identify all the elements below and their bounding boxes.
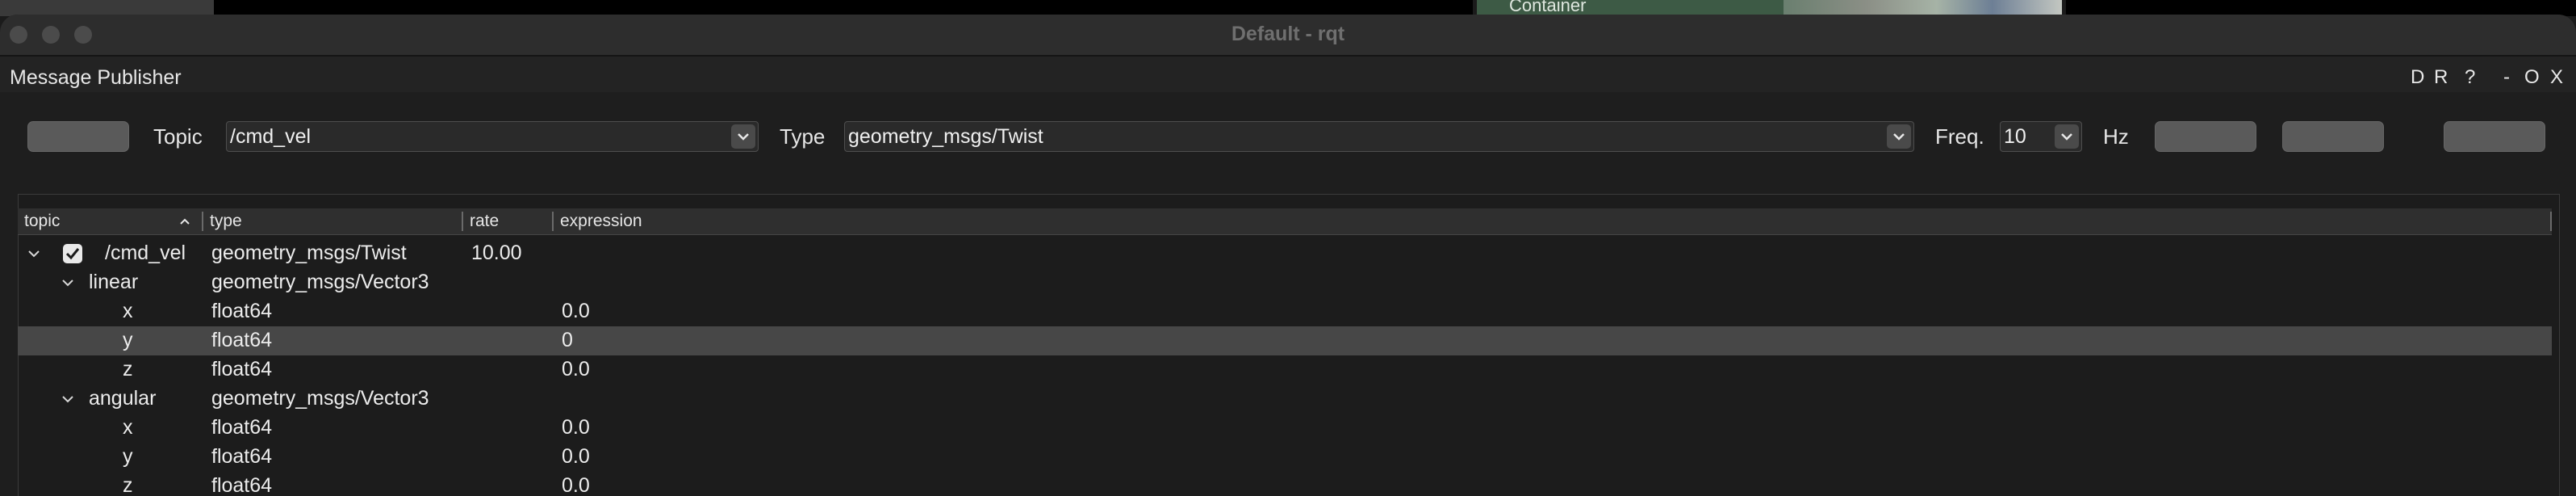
row-expression[interactable]: 0.0 [562,416,590,439]
chevron-down-icon[interactable] [731,124,755,149]
row-expression[interactable]: 0.0 [562,445,590,469]
row-type: float64 [211,300,273,322]
column-header-expression[interactable]: expression [560,212,642,231]
add-publisher-button[interactable] [2155,121,2256,152]
column-header-topic[interactable]: topic [24,212,60,231]
chevron-down-icon[interactable] [1887,124,1911,149]
topic-label: Topic [153,124,203,149]
freq-value: 10 [2004,125,2026,148]
row-topic: angular [89,387,157,410]
row-type: float64 [211,358,273,380]
row-topic: /cmd_vel [105,242,186,264]
background-window-image [1784,0,2062,16]
hz-label: Hz [2103,124,2129,149]
refresh-topics-button[interactable] [27,121,129,152]
reload-button[interactable]: R [2434,66,2448,89]
chevron-down-icon[interactable] [58,273,77,292]
chevron-down-icon[interactable] [24,244,44,263]
row-type: float64 [211,329,273,351]
remove-publisher-button[interactable] [2282,121,2384,152]
row-topic: x [123,300,133,322]
row-expression[interactable]: 0.0 [562,474,590,496]
row-expression[interactable]: 0 [562,329,573,352]
row-topic: z [123,474,133,496]
type-label: Type [780,124,826,149]
row-type: geometry_msgs/Vector3 [211,387,429,410]
desktop-background-dark [214,0,1473,16]
row-type: geometry_msgs/Vector3 [211,271,429,293]
float-plugin-button[interactable]: O [2524,66,2540,89]
tree-row-selected[interactable] [18,326,2552,355]
row-topic: y [123,445,133,468]
background-window-label: Container [1509,0,1587,15]
row-rate[interactable]: 10.00 [471,242,522,265]
column-separator[interactable] [462,212,463,231]
tree-row[interactable] [18,414,2552,443]
tree-row[interactable] [18,443,2552,472]
tree-row[interactable] [18,472,2552,496]
row-type: float64 [211,416,273,439]
dock-icon[interactable]: D [2411,66,2424,89]
plugin-header [0,57,2576,92]
enable-checkbox[interactable] [63,244,82,263]
tree-row[interactable] [18,297,2552,326]
help-button[interactable]: ? [2465,66,2475,89]
plugin-title: Message Publisher [10,66,182,89]
window-title: Default - rqt [1231,23,1345,45]
chevron-down-icon[interactable] [2055,124,2079,149]
row-topic: y [123,329,133,351]
column-separator[interactable] [552,212,554,231]
rqt-window: Default - rqt Message Publisher D R ? - … [0,15,2576,496]
chevron-down-icon[interactable] [58,389,77,409]
column-separator[interactable] [202,212,203,231]
row-topic: z [123,358,133,380]
close-plugin-button[interactable]: X [2550,66,2563,89]
row-topic: linear [89,271,139,293]
minimize-plugin-button[interactable]: - [2503,66,2510,89]
freq-combobox[interactable]: 10 [2000,121,2082,152]
topic-combobox[interactable]: /cmd_vel [226,121,759,152]
topic-value: /cmd_vel [230,125,312,148]
row-type: float64 [211,474,273,496]
tree-row[interactable] [18,355,2552,385]
column-header-rate[interactable]: rate [470,212,499,231]
row-expression[interactable]: 0.0 [562,300,590,323]
type-value: geometry_msgs/Twist [848,125,1043,148]
row-topic: x [123,416,133,439]
column-separator[interactable] [2550,212,2552,231]
freq-label: Freq. [1935,124,1984,149]
row-expression[interactable]: 0.0 [562,358,590,381]
clear-publishers-button[interactable] [2444,121,2545,152]
desktop-background [0,0,214,16]
row-type: geometry_msgs/Twist [211,242,407,264]
desktop-background-right [2066,0,2576,16]
type-combobox[interactable]: geometry_msgs/Twist [844,121,1914,152]
sort-ascending-icon [179,215,190,229]
row-type: float64 [211,445,273,468]
column-header-type[interactable]: type [210,212,242,231]
tree-header [18,208,2552,235]
